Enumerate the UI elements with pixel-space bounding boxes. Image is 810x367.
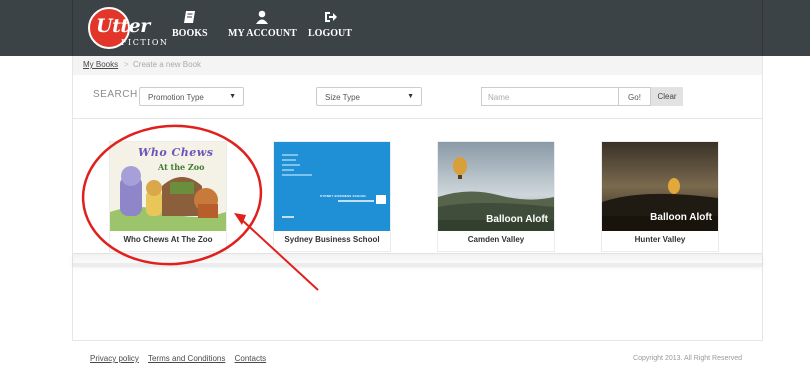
book-title: Sydney Business School (284, 235, 380, 244)
nav-logout-label: LOGOUT (308, 28, 352, 39)
promotion-type-value: Promotion Type (148, 93, 204, 102)
breadcrumb-my-books-link[interactable]: My Books (83, 60, 118, 69)
book-title: Hunter Valley (634, 235, 686, 244)
book-card-hunter-valley[interactable]: Balloon Aloft Hunter Valley (601, 141, 719, 252)
book-icon (183, 11, 195, 23)
book-cover-who-chews: Who Chews At the Zoo (110, 142, 226, 231)
book-card-camden-valley[interactable]: Balloon Aloft Camden Valley (437, 141, 555, 252)
book-title: Who Chews At The Zoo (123, 235, 213, 244)
cover-title-line2: At the Zoo (158, 162, 205, 172)
cover-balloon-text: Balloon Aloft (486, 214, 548, 225)
nav-my-account-label: MY ACCOUNT (228, 28, 297, 39)
name-search-input[interactable]: Name (481, 87, 619, 106)
footer-privacy-link[interactable]: Privacy policy (90, 354, 139, 363)
book-cover-camden-valley: Balloon Aloft (438, 142, 554, 231)
go-button[interactable]: Go! (619, 87, 651, 106)
cover-school-name: SYDNEY BUSINESS SCHOOL (320, 194, 367, 198)
copyright-text: Copyright 2013. All Right Reserved (633, 355, 742, 362)
book-cover-hunter-valley: Balloon Aloft (602, 142, 718, 231)
book-title: Camden Valley (467, 235, 525, 244)
shelf-edge (73, 263, 762, 267)
breadcrumb-current: Create a new Book (133, 60, 202, 69)
logout-icon (324, 12, 337, 22)
sbs-cover-image (274, 142, 390, 231)
nav-books-label: BOOKS (172, 28, 208, 39)
cover-balloon-text: Balloon Aloft (650, 212, 712, 223)
chevron-down-icon: ▼ (407, 93, 414, 100)
cover-title-line1: Who Chews (138, 146, 214, 159)
size-type-value: Size Type (325, 93, 360, 102)
clear-button[interactable]: Clear (651, 87, 683, 106)
nav-my-account[interactable]: MY ACCOUNT (228, 10, 297, 39)
breadcrumb-separator: > (124, 60, 129, 69)
size-type-select[interactable]: Size Type ▼ (316, 87, 422, 106)
book-card-who-chews[interactable]: Who Chews At the Zoo Who Chews At The Zo… (109, 141, 227, 252)
user-icon (256, 10, 269, 24)
promotion-type-select[interactable]: Promotion Type ▼ (139, 87, 244, 106)
name-search-placeholder: Name (488, 93, 510, 102)
logo-text: Utter (96, 15, 150, 37)
nav-books[interactable]: BOOKS (172, 10, 208, 39)
search-label: SEARCH (93, 89, 138, 100)
book-shelf-panel: Who Chews At the Zoo Who Chews At The Zo… (72, 119, 763, 341)
book-card-sydney-business-school[interactable]: SYDNEY BUSINESS SCHOOL Sydney Business S… (273, 141, 391, 252)
footer-terms-link[interactable]: Terms and Conditions (148, 354, 225, 363)
footer-contacts-link[interactable]: Contacts (235, 354, 267, 363)
logo-subtext: FICTION (121, 38, 169, 47)
nav-logout[interactable]: LOGOUT (308, 10, 352, 39)
top-navbar: Utter FICTION BOOKS MY ACCOUNT LOGOUT (0, 0, 810, 56)
shelf (73, 253, 762, 263)
breadcrumb: My Books > Create a new Book (72, 56, 763, 75)
footer-links: Privacy policy Terms and Conditions Cont… (90, 354, 273, 363)
utter-fiction-logo[interactable]: Utter FICTION (88, 7, 167, 51)
search-bar: SEARCH Promotion Type ▼ Size Type ▼ Name… (72, 75, 763, 119)
chevron-down-icon: ▼ (229, 93, 236, 100)
book-cover-sydney-business-school: SYDNEY BUSINESS SCHOOL (274, 142, 390, 231)
